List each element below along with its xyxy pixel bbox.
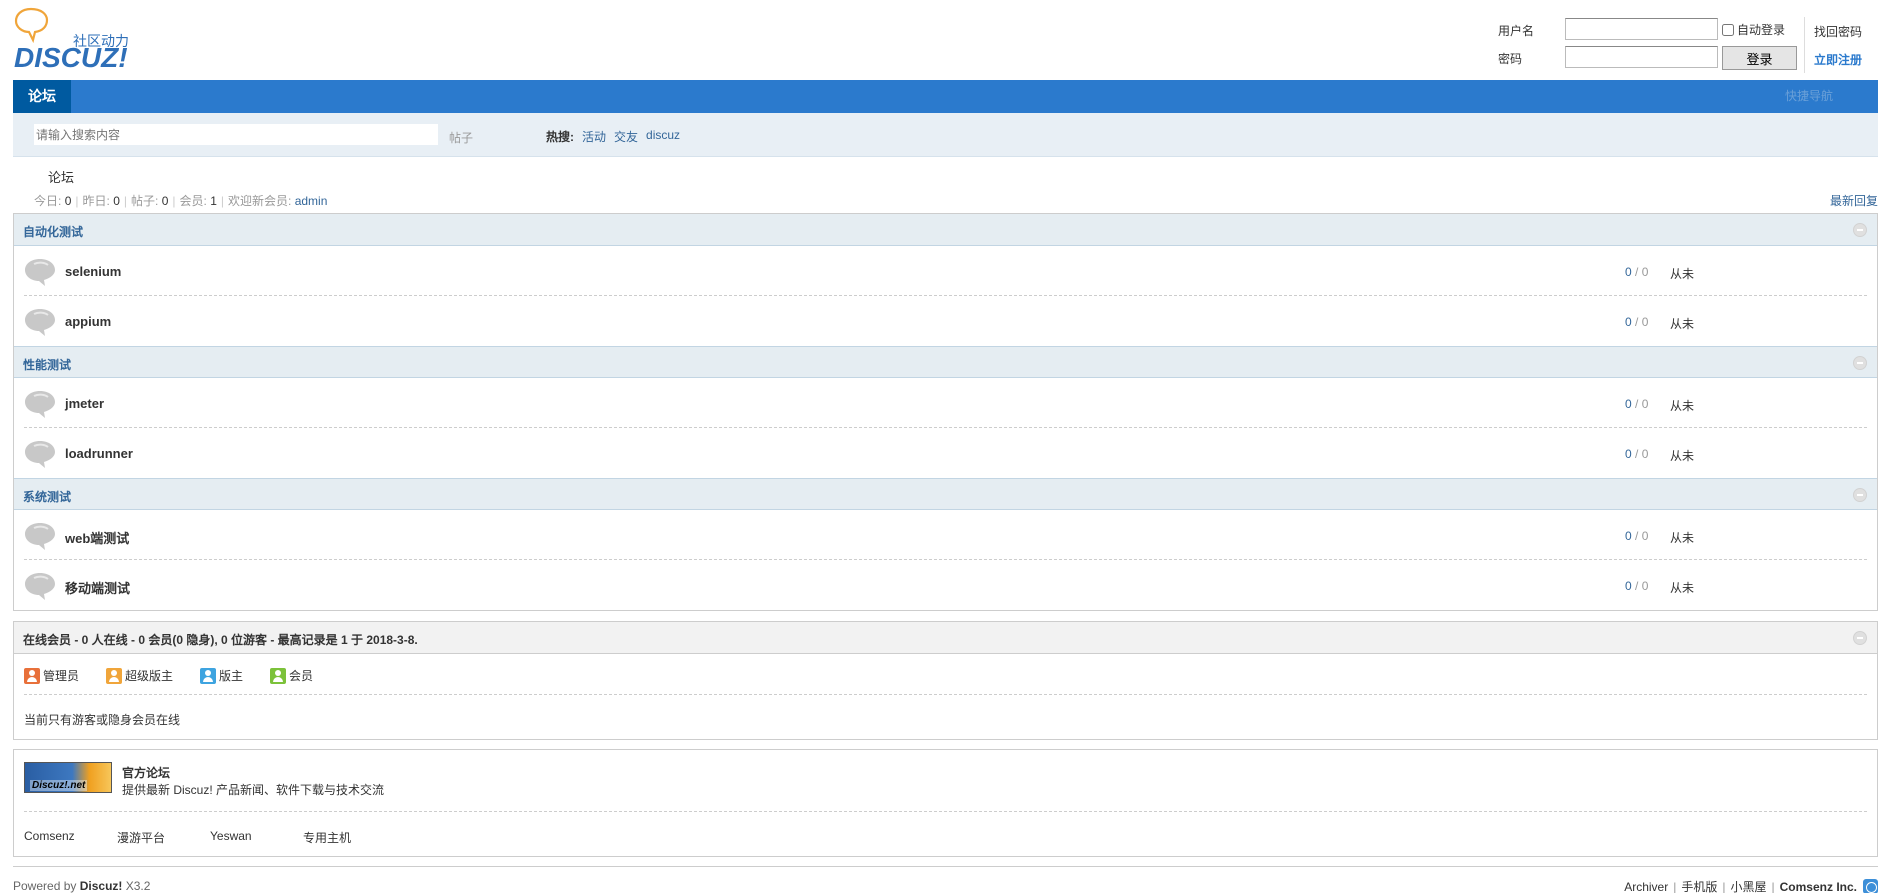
forum-name[interactable]: selenium [65, 264, 121, 279]
forum-bubble-icon [24, 257, 56, 290]
admin-user-icon [24, 667, 40, 684]
forum-last-post: 从未 [1670, 267, 1695, 281]
member-user-icon [270, 667, 286, 684]
super-moderator-user-icon [106, 667, 122, 684]
legend-item: 版主 [200, 667, 243, 684]
category-header: 自动化测试 [14, 214, 1877, 246]
forum-list: 自动化测试 selenium 0 / 0 从未 appium 0 / 0 从未 … [13, 213, 1878, 611]
forum-bubble-icon [24, 389, 56, 422]
friend-link[interactable]: 专用主机 [303, 829, 351, 846]
category-title[interactable]: 性能测试 [23, 356, 71, 373]
category-title[interactable]: 自动化测试 [23, 223, 83, 240]
forum-row: jmeter 0 / 0 从未 [24, 378, 1867, 428]
collapse-icon[interactable] [1853, 631, 1867, 645]
forum-bubble-icon [24, 521, 56, 554]
forum-name[interactable]: appium [65, 314, 111, 329]
forum-row: selenium 0 / 0 从未 [24, 246, 1867, 296]
footer: Powered by Discuz! X3.2 Archiver | 手机版 | 小… [13, 866, 1878, 893]
forum-last-post: 从未 [1670, 581, 1695, 595]
latest-replies-link[interactable]: 最新回复 [1830, 192, 1878, 209]
forum-stats: 今日: 0 | 昨日: 0 | 帖子: 0 | 会员: 1 | 欢迎新会员: admin [34, 194, 328, 208]
forum-row: web端测试 0 / 0 从未 [24, 510, 1867, 560]
forum-counts: 0 / 0 [1625, 579, 1649, 593]
forum-bubble-icon [24, 571, 56, 604]
online-members-header: 在线会员 - 0 人在线 - 0 会员(0 隐身), 0 位游客 - 最高记录是… [14, 622, 1877, 654]
footer-links: Archiver | 手机版 | 小黑屋 | Comsenz Inc. [1624, 878, 1878, 893]
forum-row: 移动端测试 0 / 0 从未 [24, 560, 1867, 610]
forum-name[interactable]: jmeter [65, 396, 104, 411]
forum-name[interactable]: 移动端测试 [65, 578, 130, 597]
discuz-brand-link[interactable]: Discuz! [80, 879, 123, 893]
newest-member-link[interactable]: admin [295, 194, 328, 208]
friend-link[interactable]: 漫游平台 [117, 829, 165, 846]
official-forum-title[interactable]: 官方论坛 [122, 764, 170, 781]
category-header: 系统测试 [14, 478, 1877, 510]
collapse-icon[interactable] [1853, 356, 1867, 370]
forum-name[interactable]: loadrunner [65, 446, 133, 461]
online-members-box: 在线会员 - 0 人在线 - 0 会员(0 隐身), 0 位游客 - 最高记录是… [13, 621, 1878, 740]
forum-name[interactable]: web端测试 [65, 528, 129, 547]
online-members-title[interactable]: 在线会员 - 0 人在线 - 0 会员(0 隐身), 0 位游客 - 最高记录是… [23, 631, 418, 648]
friend-links-box: Discuz!.net 官方论坛 提供最新 Discuz! 产品新闻、软件下载与… [13, 749, 1878, 857]
forum-counts: 0 / 0 [1625, 315, 1649, 329]
legend-item: 超级版主 [106, 667, 173, 684]
category-title[interactable]: 系统测试 [23, 488, 71, 505]
powered-by: Powered by Discuz! X3.2 [13, 879, 151, 893]
forum-last-post: 从未 [1670, 399, 1695, 413]
official-forum-desc: 提供最新 Discuz! 产品新闻、软件下载与技术交流 [122, 783, 385, 797]
security-badge-icon[interactable] [1863, 879, 1878, 893]
member-legend: 管理员 超级版主 版主 会员 [24, 654, 1867, 695]
collapse-icon[interactable] [1853, 223, 1867, 237]
forum-row: loadrunner 0 / 0 从未 [24, 428, 1867, 478]
online-note: 当前只有游客或隐身会员在线 [24, 713, 181, 727]
friend-link[interactable]: Comsenz [24, 829, 75, 843]
friend-link[interactable]: Yeswan [210, 829, 252, 843]
company-link[interactable]: Comsenz Inc. [1780, 880, 1857, 893]
forum-counts: 0 / 0 [1625, 265, 1649, 279]
official-forum-link: Discuz!.net 官方论坛 提供最新 Discuz! 产品新闻、软件下载与… [24, 750, 1867, 812]
forum-row: appium 0 / 0 从未 [24, 296, 1867, 346]
forum-counts: 0 / 0 [1625, 447, 1649, 461]
legend-item: 管理员 [24, 667, 79, 684]
forum-counts: 0 / 0 [1625, 529, 1649, 543]
text-links: Comsenz 漫游平台 Yeswan 专用主机 [14, 812, 1877, 856]
forum-counts: 0 / 0 [1625, 397, 1649, 411]
forum-last-post: 从未 [1670, 449, 1695, 463]
discuz-net-badge[interactable]: Discuz!.net [24, 762, 112, 793]
category-header: 性能测试 [14, 346, 1877, 378]
moderator-user-icon [200, 667, 216, 684]
forum-last-post: 从未 [1670, 317, 1695, 331]
blacklist-link[interactable]: 小黑屋 [1731, 878, 1767, 893]
legend-item: 会员 [270, 667, 313, 684]
breadcrumb[interactable]: 论坛 [48, 167, 74, 186]
forum-bubble-icon [24, 439, 56, 472]
forum-bubble-icon [24, 307, 56, 340]
mobile-link[interactable]: 手机版 [1681, 878, 1717, 893]
collapse-icon[interactable] [1853, 488, 1867, 502]
archiver-link[interactable]: Archiver [1624, 880, 1668, 893]
forum-last-post: 从未 [1670, 531, 1695, 545]
